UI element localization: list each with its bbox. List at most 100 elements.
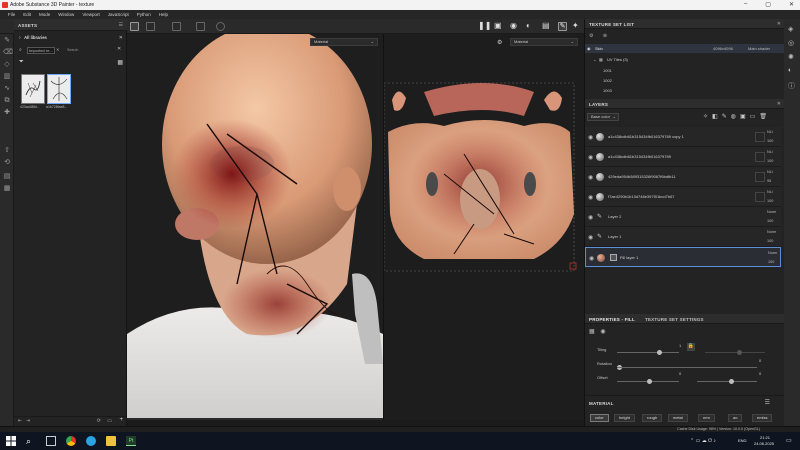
asset-thumb-1[interactable] — [21, 74, 45, 104]
uv-tile-row[interactable]: 1003 — [585, 86, 785, 95]
layer-opacity[interactable]: 95 — [767, 179, 771, 183]
eraser-tool-icon[interactable]: ⌫ — [3, 49, 13, 56]
channel-button-height[interactable]: height — [614, 414, 635, 422]
offset-slider-v[interactable] — [697, 381, 757, 382]
layer-row-selected[interactable]: ◉ Fill layer 1 Norm 100 — [585, 247, 781, 267]
display-settings-icon[interactable]: ▤ — [3, 173, 11, 180]
layer-blend[interactable]: Norm — [767, 230, 776, 234]
clone-tool-icon[interactable]: ⧉ — [3, 97, 11, 104]
import-icon[interactable]: ⇧ — [3, 147, 11, 154]
add-icon[interactable]: + — [119, 417, 123, 423]
channel-button-color[interactable]: color — [590, 414, 609, 422]
layer-blend[interactable]: Norm — [768, 251, 777, 255]
layout-2d-icon[interactable] — [172, 22, 181, 31]
tiling-knob-2[interactable] — [737, 350, 742, 355]
search-input[interactable] — [27, 47, 55, 54]
layer-blend[interactable]: NLi — [767, 130, 773, 134]
settings-icon[interactable]: ⚙ — [589, 33, 593, 39]
notifications-icon[interactable]: ▭ — [786, 437, 792, 444]
pause-icon[interactable]: ❚❚ — [478, 22, 491, 31]
menu-window[interactable]: Window — [58, 12, 74, 17]
layer-row[interactable]: ◉ a1c438cdb61b315434fb016379789 NLi 100 — [585, 147, 781, 167]
uv-tile-row[interactable]: 1002 — [585, 76, 785, 85]
layer-mask[interactable] — [755, 172, 765, 182]
brush-icon[interactable]: ✎ — [722, 113, 727, 122]
windows-start-icon[interactable] — [6, 436, 16, 446]
paint-brush-icon[interactable]: ✎ — [558, 22, 567, 31]
menu-javascript[interactable]: JavaScript — [108, 12, 129, 17]
chevron-right-icon[interactable]: › — [19, 35, 21, 41]
layer-row[interactable]: ◉ ✎ Layer 1 Norm 100 — [585, 227, 781, 247]
tiling-value[interactable]: 1 — [679, 343, 681, 348]
material-menu-icon[interactable]: ☰ — [765, 399, 770, 406]
painter-taskbar-icon[interactable]: Pt — [126, 436, 136, 446]
history-icon[interactable]: ◎ — [788, 39, 794, 47]
asset-thumb-2[interactable] — [47, 74, 71, 104]
refresh-icon[interactable]: ⟳ — [97, 418, 101, 424]
viewport-2d[interactable]: ⚙ Material ⌄ — [383, 34, 584, 420]
chrome-icon[interactable] — [66, 436, 76, 446]
help-icon[interactable]: ⓘ — [788, 81, 795, 91]
texture-set-row[interactable]: ◉ Skin 4096x4096 Main shader — [585, 44, 785, 53]
layer-row[interactable]: ◉ 429eda954b589315326f9067f6bdfb11 NLi 9… — [585, 167, 781, 187]
layer-blend[interactable]: NLi — [767, 190, 773, 194]
grid-view-icon[interactable]: ▦ — [117, 59, 123, 66]
panel-close-icon[interactable]: ✕ — [777, 101, 781, 107]
viewer-icon[interactable]: ▣ — [494, 22, 503, 31]
eye-icon[interactable]: ◉ — [587, 46, 591, 51]
lighting-icon[interactable]: ◐ — [526, 22, 535, 31]
menu-mode[interactable]: Mode — [39, 12, 50, 17]
menu-file[interactable]: File — [8, 12, 15, 17]
panel-menu-icon[interactable]: ☰ — [119, 22, 123, 28]
layer-row[interactable]: ◉ f7ae4290b1b13d748e397f01bcd7b67 NLi 10… — [585, 187, 781, 207]
panel-close-icon[interactable]: ✕ — [777, 21, 781, 27]
eye-icon[interactable]: ◉ — [589, 255, 594, 262]
menu-edit[interactable]: Edit — [23, 12, 31, 17]
viewport-3d[interactable]: Material ⌄ — [127, 34, 383, 420]
clear-search-icon[interactable]: ✕ — [56, 47, 59, 52]
tab-properties-fill[interactable]: PROPERTIES - FILL — [589, 317, 635, 322]
add-layer-icon[interactable]: ▣ — [740, 113, 746, 122]
layout-3d-icon[interactable] — [146, 22, 155, 31]
render-icon[interactable]: ◉ — [510, 22, 519, 31]
uv-settings-icon[interactable]: ⚙ — [497, 39, 502, 46]
screenshot-icon[interactable]: ▤ — [542, 22, 551, 31]
import-resource-icon[interactable]: ⇤ — [18, 418, 22, 424]
layer-opacity[interactable]: 100 — [768, 260, 774, 264]
layer-opacity[interactable]: 100 — [767, 239, 773, 243]
layer-opacity[interactable]: 100 — [767, 139, 773, 143]
close-icon[interactable]: ✕ — [119, 35, 123, 41]
search-icon[interactable]: ⌕ — [26, 436, 36, 446]
material-sphere-icon[interactable]: ◉ — [600, 329, 605, 335]
folder-icon[interactable]: ▭ — [750, 113, 756, 122]
menu-viewport[interactable]: Viewport — [82, 12, 99, 17]
camera-reset-icon[interactable] — [216, 22, 225, 31]
effects-icon[interactable]: ✧ — [703, 113, 708, 122]
channel-button-ao[interactable]: ao — [728, 414, 743, 422]
layer-mask[interactable] — [755, 192, 765, 202]
eye-icon[interactable]: ◉ — [588, 174, 593, 181]
clock-date[interactable]: 24.06.2025 — [754, 441, 774, 446]
layer-mask[interactable] — [755, 132, 765, 142]
settings-icon[interactable]: ✦ — [572, 22, 581, 31]
tiling-slider-2[interactable] — [705, 352, 765, 353]
offset-value-u[interactable]: 0 — [679, 371, 681, 376]
layer-blend[interactable]: Norm — [767, 210, 776, 214]
layer-row[interactable]: ◉ ✎ Layer 2 Norm 100 — [585, 207, 781, 227]
breadcrumb-label[interactable]: All libraries — [24, 35, 47, 40]
layer-row[interactable]: ◉ a1c438cdb61b315434fb016379789 copy 1 N… — [585, 127, 781, 147]
clock-time[interactable]: 21:21 — [760, 435, 770, 440]
geometry-fill-icon[interactable]: ▥ — [3, 73, 11, 80]
tiling-slider[interactable] — [617, 352, 679, 353]
shelf-icon[interactable]: ◐ — [788, 67, 792, 74]
minimize-icon[interactable]: – — [744, 1, 747, 8]
layers-panel-icon[interactable]: ◈ — [788, 25, 793, 33]
uv-tiles-row[interactable]: ⌄ ▦ UV Tiles (3) — [585, 55, 785, 64]
layer-blend[interactable]: NLi — [767, 170, 773, 174]
eye-icon[interactable]: ◉ — [588, 214, 593, 221]
eye-icon[interactable]: ◉ — [588, 234, 593, 241]
offset-value-v[interactable]: 0 — [759, 371, 761, 376]
chevron-down-icon[interactable]: ⌄ — [593, 57, 596, 62]
language-indicator[interactable]: ENG — [738, 438, 747, 443]
lock-icon[interactable]: 🔒 — [687, 343, 695, 351]
